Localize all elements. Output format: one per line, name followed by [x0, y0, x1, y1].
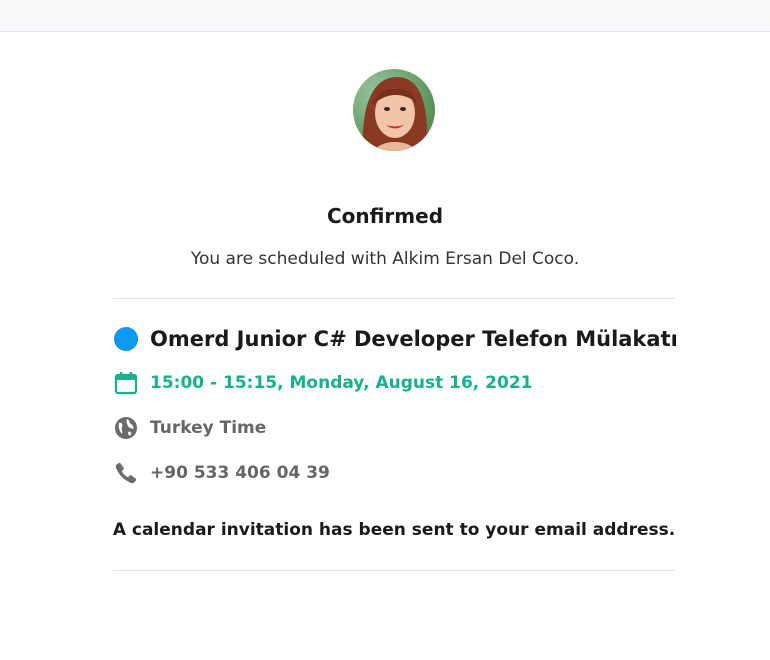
event-datetime-row: 15:00 - 15:15, Monday, August 16, 2021 [113, 370, 533, 396]
timezone-label: Turkey Time [150, 418, 267, 438]
event-datetime: 15:00 - 15:15, Monday, August 16, 2021 [150, 373, 533, 393]
confirmation-title: Confirmed [326, 204, 444, 228]
calendar-invitation-notice: A calendar invitation has been sent to y… [112, 520, 676, 540]
host-avatar [353, 69, 435, 151]
top-bar [0, 0, 770, 32]
divider-top [113, 298, 675, 299]
scheduled-with-text: You are scheduled with Alkim Ersan Del C… [190, 249, 580, 269]
event-color-dot-icon [113, 326, 139, 352]
divider-bottom [113, 570, 675, 571]
event-name-row: Omerd Junior C# Developer Telefon Mülaka… [113, 326, 678, 352]
calendar-icon [113, 370, 139, 396]
timezone-row: Turkey Time [113, 415, 266, 441]
phone-number: +90 533 406 04 39 [150, 463, 330, 483]
event-name: Omerd Junior C# Developer Telefon Mülaka… [150, 327, 678, 351]
phone-row: +90 533 406 04 39 [113, 460, 330, 486]
phone-icon [113, 460, 139, 486]
globe-icon [113, 415, 139, 441]
